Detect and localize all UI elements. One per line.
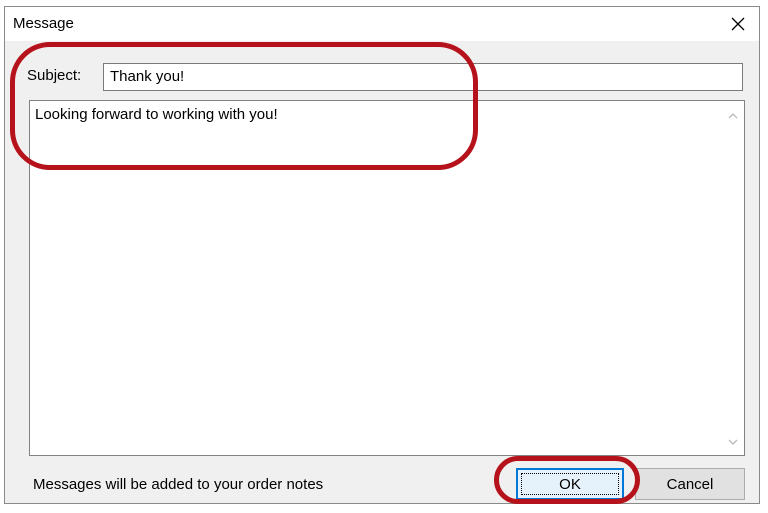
chevron-down-icon bbox=[728, 439, 738, 445]
scroll-up-button[interactable] bbox=[722, 105, 744, 127]
subject-input[interactable]: Thank you! bbox=[103, 63, 743, 91]
close-icon bbox=[731, 17, 745, 31]
message-body-text: Looking forward to working with you! bbox=[35, 106, 278, 123]
close-button[interactable] bbox=[723, 9, 753, 39]
subject-label: Subject: bbox=[27, 67, 82, 84]
focus-rectangle bbox=[521, 473, 619, 495]
message-dialog: Message Subject: Thank you! Looking forw… bbox=[4, 6, 760, 504]
dialog-title: Message bbox=[13, 15, 74, 32]
cancel-button[interactable]: Cancel bbox=[635, 468, 745, 500]
scroll-down-button[interactable] bbox=[722, 431, 744, 453]
title-bar: Message bbox=[5, 7, 759, 41]
cancel-label: Cancel bbox=[666, 475, 714, 493]
ok-button[interactable]: OK bbox=[516, 468, 624, 500]
chevron-up-icon bbox=[728, 113, 738, 119]
message-body-textarea[interactable]: Looking forward to working with you! bbox=[29, 100, 745, 456]
footer-note: Messages will be added to your order not… bbox=[33, 476, 324, 493]
vertical-scrollbar[interactable] bbox=[722, 101, 744, 455]
